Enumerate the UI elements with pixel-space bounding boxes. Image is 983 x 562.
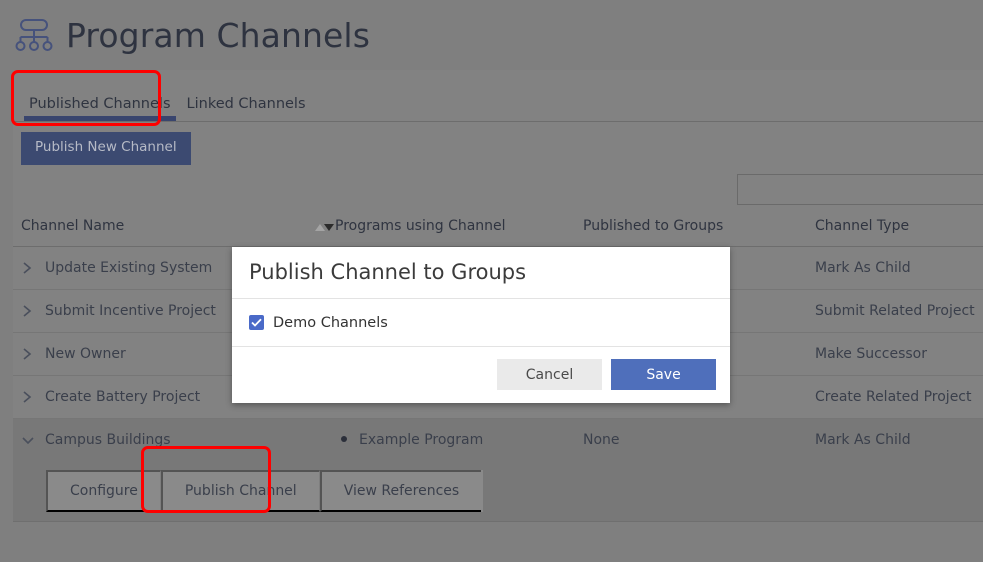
chevron-right-icon[interactable] <box>21 261 37 275</box>
channel-name-label: Create Battery Project <box>45 389 201 405</box>
table-head: Channel Name Programs using Channel Publ… <box>13 214 983 247</box>
channel-name-label: New Owner <box>45 346 126 362</box>
save-button[interactable]: Save <box>611 359 716 390</box>
program-label: Example Program <box>359 432 484 448</box>
chevron-right-icon[interactable] <box>21 304 37 318</box>
channel-name-label: Campus Buildings <box>45 432 171 448</box>
tab-bar: Published Channels Linked Channels <box>13 70 983 122</box>
toolbar: Publish New Channel <box>13 122 983 168</box>
search-input[interactable] <box>737 174 983 205</box>
page-header: Program Channels <box>0 0 983 70</box>
tab-published-channels-label: Published Channels <box>29 95 171 112</box>
column-header-channel-type[interactable]: Channel Type <box>815 214 983 247</box>
cell-channel-type: Create Related Project <box>815 375 983 419</box>
sort-indicator-icon <box>315 219 334 235</box>
table-row-expanded[interactable]: Campus Buildings Example Program None Ma… <box>13 418 983 461</box>
column-header-programs-using-channel[interactable]: Programs using Channel <box>313 214 583 247</box>
cell-channel-type: Make Successor <box>815 332 983 376</box>
publish-channel-to-groups-modal: Publish Channel to Groups Demo Channels … <box>232 247 730 403</box>
view-references-action[interactable]: View References <box>319 470 482 512</box>
cell-channel-type: Submit Related Project <box>815 289 983 333</box>
cell-channel-type: Mark As Child <box>815 246 983 290</box>
column-header-published-to-groups[interactable]: Published to Groups <box>583 214 815 247</box>
publish-channel-action[interactable]: Publish Channel <box>160 470 320 512</box>
cell-channel-type: Mark As Child <box>815 418 983 461</box>
tab-linked-channels-label: Linked Channels <box>186 95 306 112</box>
cell-channel-name: Campus Buildings <box>13 418 313 461</box>
chevron-down-icon[interactable] <box>21 433 37 447</box>
cancel-button[interactable]: Cancel <box>497 359 602 390</box>
modal-footer: Cancel Save <box>232 347 730 402</box>
search-row <box>13 168 983 214</box>
table-header-row: Channel Name Programs using Channel Publ… <box>13 214 983 247</box>
modal-header: Publish Channel to Groups <box>232 247 730 299</box>
channel-name-label: Submit Incentive Project <box>45 303 216 319</box>
demo-channels-label: Demo Channels <box>273 314 388 331</box>
column-header-channel-name-label: Channel Name <box>21 218 125 234</box>
chevron-right-icon[interactable] <box>21 390 37 404</box>
tab-linked-channels[interactable]: Linked Channels <box>179 95 314 122</box>
bullet-icon <box>341 436 347 442</box>
table-row-actions: Configure Publish Channel View Reference… <box>13 461 983 522</box>
tab-published-channels[interactable]: Published Channels <box>21 95 179 122</box>
hierarchy-icon <box>14 18 54 52</box>
publish-new-channel-button[interactable]: Publish New Channel <box>21 132 191 165</box>
cell-groups: None <box>583 418 815 461</box>
column-header-channel-name[interactable]: Channel Name <box>13 214 313 247</box>
cell-programs: Example Program <box>313 418 583 461</box>
chevron-right-icon[interactable] <box>21 347 37 361</box>
channel-name-label: Update Existing System <box>45 260 213 276</box>
page-title: Program Channels <box>66 15 370 55</box>
column-header-published-to-groups-label: Published to Groups <box>583 218 724 234</box>
column-header-channel-type-label: Channel Type <box>815 218 910 234</box>
row-action-bar: Configure Publish Channel View Reference… <box>46 470 483 512</box>
demo-channels-checkbox[interactable] <box>249 315 264 330</box>
modal-body: Demo Channels <box>232 299 730 347</box>
configure-action[interactable]: Configure <box>46 470 161 512</box>
modal-title: Publish Channel to Groups <box>249 260 527 284</box>
column-header-programs-using-channel-label: Programs using Channel <box>335 218 506 234</box>
cell-row-actions: Configure Publish Channel View Reference… <box>13 461 983 522</box>
